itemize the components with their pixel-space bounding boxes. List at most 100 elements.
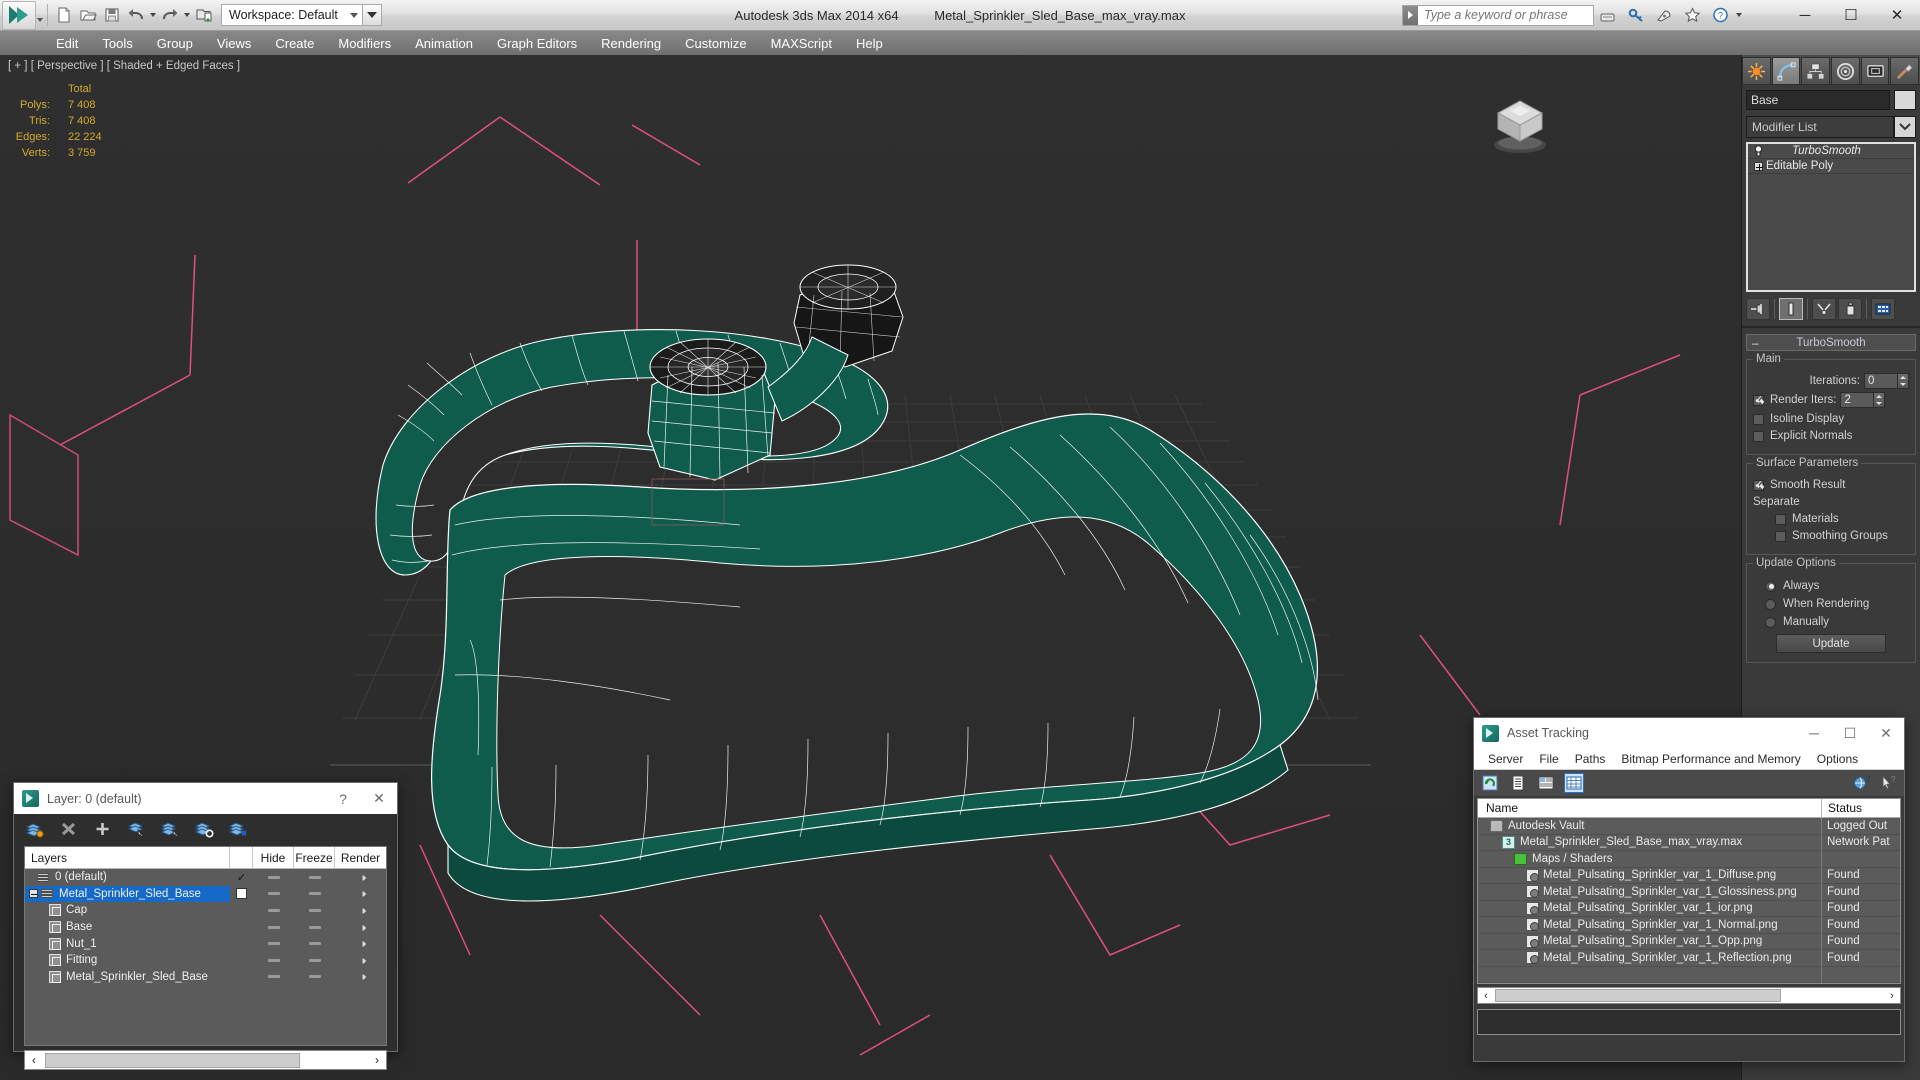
help-question-icon[interactable]: ? [1707, 2, 1733, 28]
redo-dropdown-caret-icon[interactable] [184, 13, 190, 17]
scrollbar-thumb[interactable] [1495, 989, 1781, 1002]
hierarchy-tab[interactable] [1801, 57, 1831, 85]
select-objects-in-layer-icon[interactable] [126, 819, 146, 839]
hide-toggle[interactable] [253, 958, 294, 962]
menu-item-graph-editors[interactable]: Graph Editors [485, 33, 589, 54]
scroll-left-arrow-icon[interactable]: ‹ [25, 1053, 43, 1067]
current-layer-checkmark-icon[interactable]: ✓ [230, 871, 253, 884]
asset-minimize-button[interactable]: ─ [1796, 718, 1832, 749]
collapse-minus-icon[interactable] [29, 889, 38, 899]
hide-toggle[interactable] [253, 925, 294, 929]
menu-item-edit[interactable]: Edit [44, 33, 90, 54]
highlight-selected-objects-icon[interactable] [160, 819, 180, 839]
materials-checkbox[interactable] [1775, 513, 1786, 525]
freeze-toggle[interactable] [294, 925, 335, 929]
hide-toggle[interactable] [253, 908, 294, 912]
help-pointer-icon[interactable]: ? [1878, 773, 1898, 793]
layer-dialog[interactable]: Layer: 0 (default) ? ✕ Layers Hide Freez… [13, 782, 398, 1070]
redo-icon[interactable] [158, 3, 182, 27]
asset-menu-paths[interactable]: Paths [1567, 750, 1614, 768]
table-row[interactable]: 0 (default) ✓ [25, 869, 386, 886]
layer-grid[interactable]: Layers Hide Freeze Render 0 (default) ✓ [24, 846, 387, 1046]
hide-toggle[interactable] [253, 875, 294, 879]
layer-dialog-close-button[interactable]: ✕ [361, 783, 397, 814]
menu-item-modifiers[interactable]: Modifiers [326, 33, 403, 54]
view-cube[interactable] [1484, 83, 1556, 155]
viewport-label[interactable]: [ + ] [ Perspective ] [ Shaded + Edged F… [8, 60, 240, 72]
freeze-toggle[interactable] [294, 975, 335, 979]
render-toggle[interactable] [335, 905, 386, 916]
key-icon[interactable] [1623, 2, 1649, 28]
undo-icon[interactable] [124, 3, 148, 27]
manually-radio[interactable] [1765, 616, 1776, 628]
render-toggle[interactable] [335, 971, 386, 982]
workspace-dropdown-button[interactable] [362, 4, 382, 26]
menu-item-rendering[interactable]: Rendering [589, 33, 673, 54]
render-toggle[interactable] [335, 888, 386, 899]
render-toggle[interactable] [335, 922, 386, 933]
application-menu-button[interactable] [2, 0, 36, 30]
table-row[interactable]: Metal_Pulsating_Sprinkler_var_1_Glossine… [1478, 883, 1900, 901]
render-iters-spinner-arrows-icon[interactable] [1874, 392, 1886, 408]
iterations-value[interactable]: 0 [1864, 373, 1898, 389]
render-toggle[interactable] [335, 872, 386, 883]
scrollbar-thumb[interactable] [45, 1052, 300, 1068]
asset-maximize-button[interactable]: ☐ [1832, 718, 1868, 749]
update-option-when-rendering[interactable]: When Rendering [1765, 598, 1909, 610]
project-folder-icon[interactable] [192, 3, 216, 27]
asset-menu-options[interactable]: Options [1809, 750, 1866, 768]
menu-item-animation[interactable]: Animation [403, 33, 485, 54]
update-option-manually[interactable]: Manually [1765, 616, 1909, 628]
table-row[interactable]: 3 Metal_Sprinkler_Sled_Base_max_vray.max… [1478, 834, 1900, 851]
trash-icon[interactable] [1838, 298, 1862, 320]
show-end-result-icon[interactable] [1779, 298, 1803, 320]
help-dropdown-caret-icon[interactable] [1736, 13, 1742, 17]
object-color-swatch[interactable] [1894, 90, 1916, 110]
menu-item-tools[interactable]: Tools [90, 33, 144, 54]
render-iters-value[interactable]: 2 [1840, 392, 1875, 408]
hide-unhide-layer-icon[interactable] [228, 819, 248, 839]
freeze-toggle[interactable] [294, 958, 335, 962]
table-row[interactable]: Metal_Pulsating_Sprinkler_var_1_Normal.p… [1478, 916, 1900, 934]
modifier-list-chevron-down-icon[interactable] [1894, 116, 1916, 138]
close-button[interactable]: ✕ [1874, 0, 1920, 30]
menu-item-customize[interactable]: Customize [673, 33, 758, 54]
menu-item-group[interactable]: Group [145, 33, 205, 54]
hide-toggle[interactable] [253, 975, 294, 979]
workspace-caret-icon[interactable] [349, 12, 358, 18]
new-file-icon[interactable] [52, 3, 76, 27]
smoothing-groups-row[interactable]: Smoothing Groups [1775, 530, 1909, 542]
layer-horizontal-scrollbar[interactable]: ‹ › [24, 1050, 387, 1070]
update-button[interactable]: Update [1776, 634, 1886, 653]
menu-item-maxscript[interactable]: MAXScript [759, 33, 844, 54]
iterations-spinner-arrows-icon[interactable] [1898, 373, 1909, 389]
plus-box-icon[interactable] [1750, 161, 1766, 171]
render-iters-spinner[interactable]: 2 [1840, 392, 1886, 408]
turbosmooth-rollout-header[interactable]: – TurboSmooth [1746, 334, 1916, 351]
freeze-toggle[interactable] [294, 892, 335, 896]
scroll-left-arrow-icon[interactable]: ‹ [1478, 990, 1494, 1002]
minimize-button[interactable]: ─ [1782, 0, 1828, 30]
table-row[interactable]: Metal_Sprinkler_Sled_Base [25, 969, 386, 986]
table-row[interactable]: Base [25, 919, 386, 936]
menu-item-help[interactable]: Help [844, 33, 895, 54]
workspace-selector[interactable]: Workspace: Default [221, 4, 363, 26]
asset-menu-server[interactable]: Server [1480, 750, 1531, 768]
grid-view-icon[interactable] [1564, 773, 1584, 793]
scroll-right-arrow-icon[interactable]: › [1884, 990, 1900, 1002]
table-row[interactable]: Metal_Sprinkler_Sled_Base [25, 885, 386, 903]
table-row[interactable]: Maps / Shaders [1478, 850, 1900, 868]
when-rendering-radio[interactable] [1765, 598, 1776, 610]
object-name-field[interactable]: Base [1746, 90, 1890, 110]
detail-view-icon[interactable] [1536, 773, 1556, 793]
undo-dropdown-caret-icon[interactable] [150, 13, 156, 17]
asset-tracking-dialog[interactable]: Asset Tracking ─ ☐ ✕ Server File Paths B… [1473, 717, 1905, 1062]
table-row[interactable]: Metal_Pulsating_Sprinkler_var_1_ior.png … [1478, 900, 1900, 917]
freeze-toggle[interactable] [294, 908, 335, 912]
menu-item-views[interactable]: Views [205, 33, 263, 54]
modifier-list-dropdown[interactable]: Modifier List [1746, 116, 1894, 138]
table-row[interactable]: Metal_Pulsating_Sprinkler_var_1_Reflecti… [1478, 949, 1900, 967]
scroll-right-arrow-icon[interactable]: › [368, 1053, 386, 1067]
list-view-icon[interactable] [1508, 773, 1528, 793]
modify-tab[interactable] [1771, 57, 1801, 85]
